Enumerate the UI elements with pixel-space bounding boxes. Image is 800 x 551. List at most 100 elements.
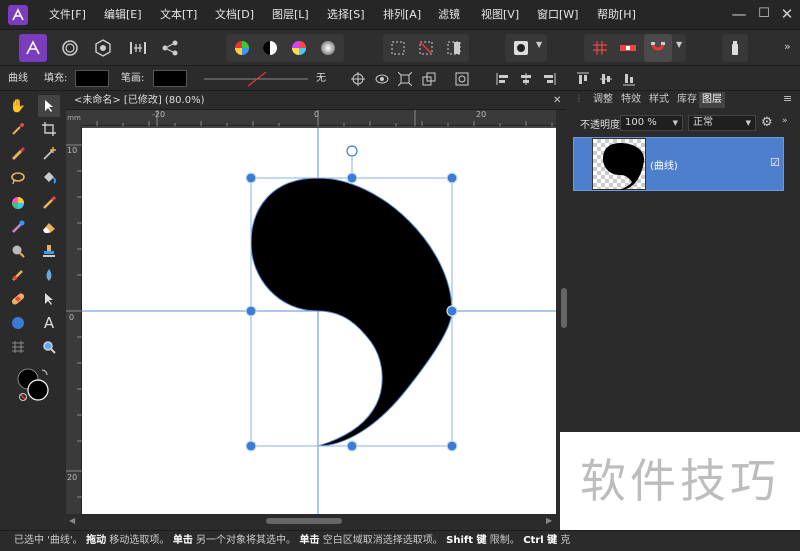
text-tool-icon[interactable]: A xyxy=(38,312,60,334)
fill-swatch[interactable] xyxy=(75,70,109,87)
mixer-brush-icon[interactable] xyxy=(7,216,29,238)
mesh-tool-icon[interactable] xyxy=(7,336,29,358)
status-text: 移动选取项。 xyxy=(106,535,170,546)
tab-layers[interactable]: 图层 xyxy=(699,92,725,108)
color-wheel-tool-icon[interactable] xyxy=(7,192,29,214)
status-keyword: Ctrl 键 xyxy=(519,535,558,546)
snapping-magnet-icon[interactable] xyxy=(644,34,672,62)
panel-grip-icon[interactable]: ⋮ xyxy=(575,94,583,103)
transform-origin-icon[interactable] xyxy=(348,69,368,89)
hand-tool-icon[interactable]: ✋ xyxy=(7,95,29,117)
blend-mode-value: 正常 xyxy=(693,117,713,128)
designer-persona-icon[interactable] xyxy=(19,34,47,62)
vertical-ruler[interactable]: 10 0 20 xyxy=(66,126,82,514)
quick-mask-icon[interactable] xyxy=(507,34,535,62)
app-logo-icon[interactable] xyxy=(8,5,28,25)
document-page[interactable] xyxy=(82,128,556,514)
align-bottom-icon[interactable] xyxy=(619,69,639,89)
flip-icon[interactable] xyxy=(452,69,472,89)
menu-select[interactable]: 选择[S] xyxy=(327,0,365,30)
blur-tool-icon[interactable] xyxy=(38,264,60,286)
assistant-icon[interactable] xyxy=(721,34,749,62)
fill-bucket-icon[interactable] xyxy=(38,167,60,189)
align-right-icon[interactable] xyxy=(539,69,559,89)
fill-label: 填充: xyxy=(44,73,68,84)
color-picker-icon[interactable] xyxy=(7,118,29,140)
chevron-down-icon[interactable]: ▼ xyxy=(676,40,682,49)
menu-text[interactable]: 文本[T] xyxy=(160,0,197,30)
tab-stock[interactable]: 库存 xyxy=(673,92,701,108)
horizontal-scroll-thumb[interactable] xyxy=(266,518,342,524)
panel-menu-icon[interactable]: ≡ xyxy=(783,92,792,105)
overflow-icon[interactable]: » xyxy=(782,116,788,126)
menu-document[interactable]: 文档[D] xyxy=(215,0,254,30)
menu-file[interactable]: 文件[F] xyxy=(49,0,86,30)
tab-styles[interactable]: 样式 xyxy=(645,92,673,108)
color-swatches[interactable] xyxy=(16,366,52,402)
healing-brush-icon[interactable] xyxy=(7,264,29,286)
stroke-width-slider[interactable] xyxy=(196,70,326,88)
eraser-tool-icon[interactable] xyxy=(38,216,60,238)
gradient-icon[interactable] xyxy=(314,34,342,62)
menu-filters[interactable]: 滤镜 xyxy=(438,0,460,30)
opacity-field[interactable]: 100 % ▼ xyxy=(620,115,683,131)
menu-layer[interactable]: 图层[L] xyxy=(272,0,309,30)
ruler-label: 0 xyxy=(69,313,75,322)
zoom-tool-icon[interactable] xyxy=(38,336,60,358)
hue-icon[interactable] xyxy=(285,34,313,62)
menu-view[interactable]: 视图[V] xyxy=(481,0,519,30)
clone-stamp-icon[interactable] xyxy=(38,240,60,262)
layer-visibility-checkbox[interactable]: ☑ xyxy=(770,156,780,169)
move-tool-icon[interactable] xyxy=(38,95,60,117)
magic-wand-icon[interactable] xyxy=(38,143,60,165)
scroll-left-icon[interactable]: ◀ xyxy=(69,516,75,525)
chevron-down-icon[interactable]: ▼ xyxy=(536,40,542,49)
close-window-button[interactable]: ✕ xyxy=(772,0,800,30)
align-left-icon[interactable] xyxy=(493,69,513,89)
lasso-tool-icon[interactable] xyxy=(7,167,29,189)
tab-effects[interactable]: 特效 xyxy=(617,92,645,108)
share-icon[interactable] xyxy=(156,34,184,62)
export-persona-icon[interactable] xyxy=(89,34,117,62)
boolean-icon[interactable] xyxy=(419,69,439,89)
invert-selection-icon[interactable] xyxy=(440,34,468,62)
horizontal-scrollbar[interactable]: ◀ ▶ xyxy=(66,514,558,528)
menu-arrange[interactable]: 排列[A] xyxy=(383,0,421,30)
tab-adjustments[interactable]: 调整 xyxy=(589,92,617,108)
pixel-persona-icon[interactable] xyxy=(56,34,84,62)
align-to-icon[interactable] xyxy=(395,69,415,89)
align-middle-icon[interactable] xyxy=(596,69,616,89)
paint-brush-icon[interactable] xyxy=(38,192,60,214)
shape-tool-icon[interactable] xyxy=(7,312,29,334)
contrast-icon[interactable] xyxy=(256,34,284,62)
layer-row[interactable]: (曲线) ☑ xyxy=(573,137,784,191)
overflow-icon[interactable]: » xyxy=(784,40,791,53)
status-keyword: 拖动 xyxy=(82,535,107,546)
sync-icon[interactable] xyxy=(124,34,152,62)
menu-edit[interactable]: 编辑[E] xyxy=(104,0,142,30)
bandage-tool-icon[interactable] xyxy=(7,288,29,310)
status-text: 限制。 xyxy=(486,535,520,546)
menu-window[interactable]: 窗口[W] xyxy=(537,0,578,30)
crop-tool-icon[interactable] xyxy=(38,118,60,140)
brush-tool-icon[interactable] xyxy=(7,143,29,165)
scroll-right-icon[interactable]: ▶ xyxy=(546,516,552,525)
view-icon[interactable] xyxy=(372,69,392,89)
menu-help[interactable]: 帮助[H] xyxy=(597,0,636,30)
pixel-grid-icon[interactable] xyxy=(614,34,642,62)
color-wheel-icon[interactable] xyxy=(228,34,256,62)
select-all-icon[interactable] xyxy=(384,34,412,62)
blend-mode-select[interactable]: 正常 ▼ xyxy=(688,115,756,131)
dodge-tool-icon[interactable] xyxy=(7,240,29,262)
stroke-swatch[interactable] xyxy=(153,70,187,87)
gear-icon[interactable]: ⚙ xyxy=(761,115,773,130)
close-document-icon[interactable]: ✕ xyxy=(553,93,561,109)
layer-name[interactable]: (曲线) xyxy=(650,157,678,172)
node-tool-icon[interactable] xyxy=(38,288,60,310)
grid-icon[interactable] xyxy=(586,34,614,62)
horizontal-ruler[interactable]: -20 0 20 xyxy=(82,110,556,126)
deselect-icon[interactable] xyxy=(412,34,440,62)
align-center-icon[interactable] xyxy=(516,69,536,89)
align-top-icon[interactable] xyxy=(573,69,593,89)
vertical-scroll-thumb[interactable] xyxy=(561,288,567,328)
